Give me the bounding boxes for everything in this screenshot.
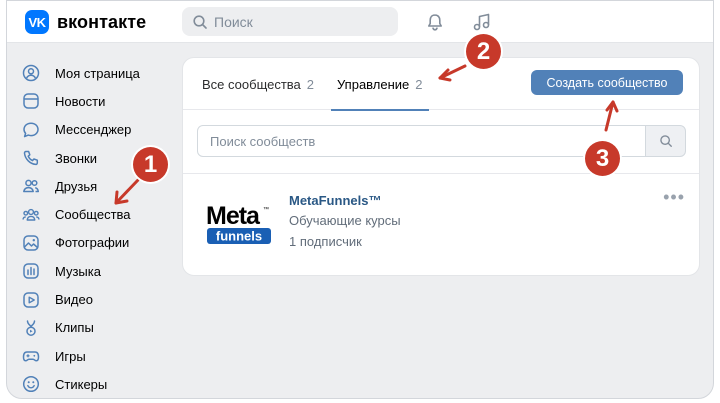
more-options-icon[interactable]: ••• bbox=[663, 188, 685, 206]
sidebar-item-label: Моя страница bbox=[55, 65, 140, 81]
music-bars-icon bbox=[21, 261, 41, 281]
sidebar-item-clips[interactable]: Клипы bbox=[21, 314, 181, 342]
divider bbox=[183, 173, 699, 174]
search-icon bbox=[193, 14, 207, 29]
community-name-link[interactable]: MetaFunnels™ bbox=[289, 193, 381, 208]
annotation-badge-2: 2 bbox=[466, 34, 501, 69]
top-search-input[interactable] bbox=[214, 13, 384, 30]
friends-icon bbox=[21, 176, 41, 196]
svg-text:funnels: funnels bbox=[216, 229, 262, 244]
tab-count: 2 bbox=[415, 76, 423, 92]
sidebar-item-label: Новости bbox=[55, 93, 106, 109]
svg-text:™: ™ bbox=[263, 206, 269, 213]
vk-logo-text: вконтакте bbox=[57, 11, 147, 32]
sidebar-item-label: Сообщества bbox=[55, 207, 131, 223]
sidebar-item-video[interactable]: Видео bbox=[21, 285, 181, 313]
tab-label: Все сообщества bbox=[202, 76, 301, 92]
search-icon bbox=[659, 135, 672, 147]
sidebar-item-label: Музыка bbox=[55, 263, 101, 279]
tab-manage[interactable]: Управление 2 bbox=[331, 58, 429, 111]
community-list-item[interactable]: Meta ™ funnels MetaFunnels™ Обучающие ку… bbox=[205, 188, 685, 260]
news-icon bbox=[21, 91, 41, 111]
top-search-box[interactable] bbox=[182, 7, 398, 36]
annotation-badge-3: 3 bbox=[585, 141, 620, 176]
sidebar-item-my-page[interactable]: Моя страница bbox=[21, 59, 181, 87]
community-search-input[interactable] bbox=[197, 125, 646, 157]
video-icon bbox=[21, 290, 41, 310]
sidebar-item-label: Друзья bbox=[55, 178, 98, 194]
sidebar-item-communities[interactable]: Сообщества bbox=[21, 200, 181, 228]
chat-bubble-icon bbox=[21, 120, 41, 140]
vk-logo[interactable]: VK вконтакте bbox=[25, 10, 146, 34]
sidebar-item-messenger[interactable]: Мессенджер bbox=[21, 116, 181, 144]
sidebar-item-label: Видео bbox=[55, 292, 93, 308]
svg-text:Meta: Meta bbox=[206, 202, 261, 230]
sidebar-item-music[interactable]: Музыка bbox=[21, 257, 181, 285]
annotation-badge-1: 1 bbox=[133, 147, 168, 182]
sidebar-item-label: Игры bbox=[55, 348, 86, 364]
top-header: VK вконтакте bbox=[7, 1, 713, 43]
tab-count: 2 bbox=[306, 76, 315, 92]
clips-icon bbox=[21, 318, 41, 338]
community-subscribers: 1 подписчик bbox=[289, 234, 362, 249]
sidebar-item-label: Клипы bbox=[55, 320, 94, 336]
left-sidebar: Моя страница Новости Мессенджер Звонки Д… bbox=[21, 59, 181, 398]
user-circle-icon bbox=[21, 63, 41, 83]
bell-icon[interactable] bbox=[423, 10, 447, 34]
vk-logo-mark: VK bbox=[25, 10, 49, 34]
music-note-icon[interactable] bbox=[469, 10, 493, 34]
communities-icon bbox=[21, 205, 41, 225]
communities-card: Все сообщества 2 Управление 2 Создать со… bbox=[182, 57, 700, 276]
vk-window: VK вконтакте Поиск Моя страница Новости … bbox=[6, 0, 714, 399]
sidebar-item-stickers[interactable]: Стикеры bbox=[21, 370, 181, 398]
sidebar-item-label: Стикеры bbox=[55, 376, 108, 392]
sidebar-item-news[interactable]: Новости bbox=[21, 87, 181, 115]
metafunnels-logo[interactable]: Meta ™ funnels bbox=[205, 200, 273, 250]
tabs-bar: Все сообщества 2 Управление 2 Создать со… bbox=[183, 58, 699, 111]
sidebar-item-label: Фотографии bbox=[55, 235, 130, 251]
phone-icon bbox=[21, 148, 41, 168]
sidebar-item-photos[interactable]: Фотографии bbox=[21, 229, 181, 257]
community-search-button[interactable] bbox=[645, 125, 686, 157]
community-category: Обучающие курсы bbox=[289, 213, 401, 228]
sidebar-item-label: Звонки bbox=[55, 150, 97, 166]
sidebar-item-label: Мессенджер bbox=[55, 122, 132, 138]
tab-label: Управление bbox=[337, 76, 410, 92]
sidebar-item-games[interactable]: Игры bbox=[21, 342, 181, 370]
smile-icon bbox=[21, 374, 41, 394]
gamepad-icon bbox=[21, 346, 41, 366]
photo-icon bbox=[21, 233, 41, 253]
tab-all-communities[interactable]: Все сообщества 2 bbox=[202, 58, 314, 110]
create-community-button[interactable]: Создать сообщество bbox=[531, 70, 683, 95]
